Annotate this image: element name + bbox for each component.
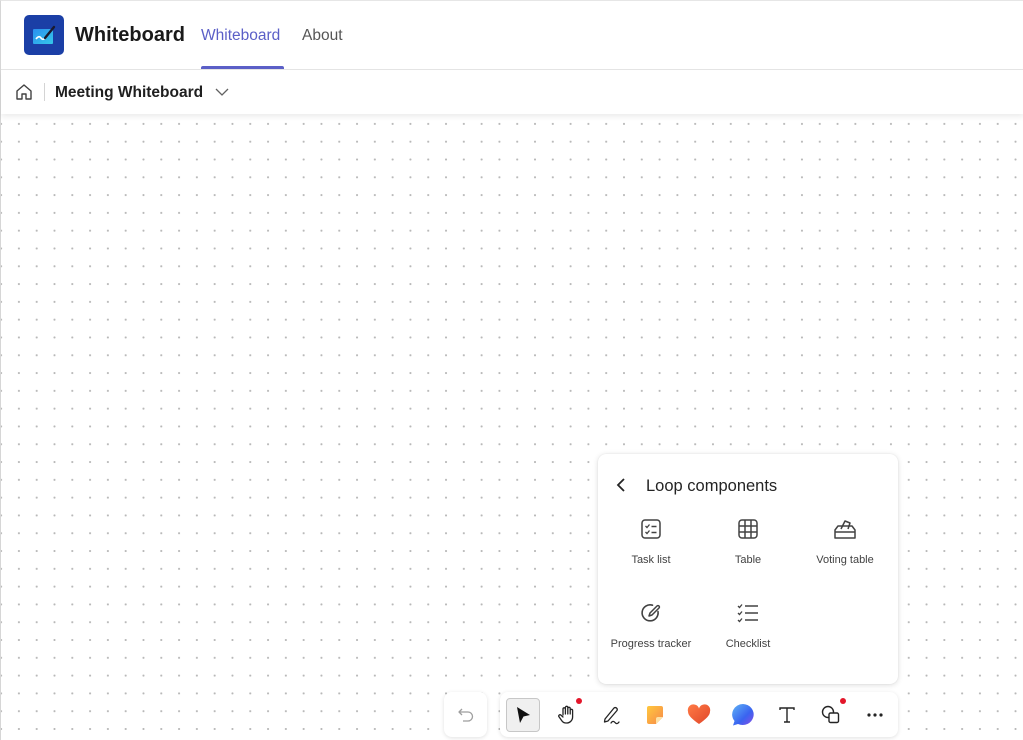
app-header: Whiteboard Whiteboard About [1, 1, 1023, 70]
shapes-tool-button[interactable] [814, 698, 848, 732]
panel-title: Loop components [646, 477, 778, 495]
board-name[interactable]: Meeting Whiteboard [55, 84, 203, 102]
component-label: Table [734, 554, 762, 566]
pointer-icon [517, 707, 530, 723]
more-options-button[interactable] [858, 698, 892, 732]
undo-icon [457, 708, 473, 722]
shapes-icon [821, 705, 840, 724]
component-label: Task list [631, 554, 671, 566]
undo-button[interactable] [444, 692, 487, 737]
chevron-left-icon[interactable] [612, 474, 630, 496]
component-label: Checklist [725, 638, 771, 650]
app-window: Whiteboard Whiteboard About Meeting Whit… [0, 0, 1023, 740]
voting-table-icon [834, 520, 856, 539]
app-title: Whiteboard [75, 24, 185, 46]
whiteboard-app-logo-icon [24, 15, 64, 55]
reactions-tool-button[interactable] [682, 698, 716, 732]
component-checklist[interactable]: Checklist [700, 601, 796, 671]
sticky-note-tool-button[interactable] [638, 698, 672, 732]
text-tool-button[interactable] [770, 698, 804, 732]
component-progress-tracker[interactable]: Progress tracker [603, 601, 699, 671]
chevron-down-icon[interactable] [214, 85, 230, 99]
component-label: Progress tracker [610, 638, 692, 650]
whiteboard-toolbar [500, 692, 898, 737]
breadcrumb-divider [44, 83, 45, 101]
sticky-note-icon [647, 706, 663, 724]
task-list-icon [641, 519, 661, 539]
progress-tracker-icon [641, 604, 661, 622]
home-icon[interactable] [14, 82, 34, 102]
loop-components-panel: Loop components Task list Table Voting t… [598, 454, 898, 684]
text-icon [779, 707, 795, 723]
checklist-icon [737, 604, 758, 623]
table-icon [738, 519, 758, 539]
heart-icon [687, 704, 711, 724]
tab-whiteboard[interactable]: Whiteboard [201, 27, 280, 45]
comment-icon [732, 704, 754, 726]
pen-icon [603, 706, 620, 725]
pan-tool-button[interactable] [550, 698, 584, 732]
select-tool-button[interactable] [506, 698, 540, 732]
comment-tool-button[interactable] [726, 698, 760, 732]
component-voting-table[interactable]: Voting table [797, 517, 893, 587]
active-tab-indicator [201, 66, 284, 69]
more-icon [867, 713, 883, 717]
breadcrumb: Meeting Whiteboard [1, 70, 1023, 114]
hand-icon [558, 705, 574, 724]
notification-dot [576, 698, 582, 704]
pen-tool-button[interactable] [594, 698, 628, 732]
component-task-list[interactable]: Task list [603, 517, 699, 587]
tab-about[interactable]: About [302, 27, 343, 45]
component-table[interactable]: Table [700, 517, 796, 587]
notification-dot [840, 698, 846, 704]
component-label: Voting table [816, 554, 874, 566]
